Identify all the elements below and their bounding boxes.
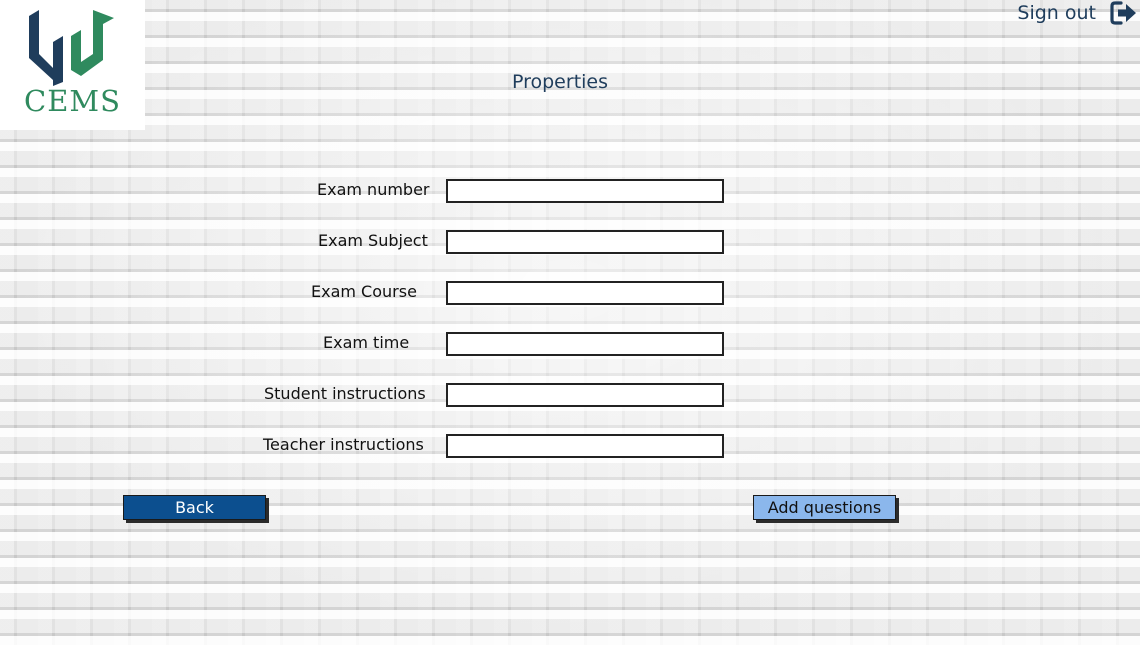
- teacher-instructions-label: Teacher instructions: [263, 435, 424, 454]
- exam-number-label: Exam number: [317, 180, 430, 199]
- form-row-exam-time: Exam time: [0, 332, 1140, 358]
- exam-number-input[interactable]: [446, 179, 724, 203]
- back-button[interactable]: Back: [123, 495, 266, 520]
- exam-course-label: Exam Course: [311, 282, 417, 301]
- sign-out-link[interactable]: Sign out: [1017, 0, 1138, 26]
- form-row-exam-course: Exam Course: [0, 281, 1140, 307]
- form-row-teacher-instructions: Teacher instructions: [0, 434, 1140, 460]
- sign-out-icon[interactable]: [1110, 0, 1138, 26]
- page-title: Properties: [511, 71, 609, 93]
- add-questions-button[interactable]: Add questions: [753, 495, 896, 520]
- sign-out-label: Sign out: [1017, 2, 1096, 24]
- student-instructions-label: Student instructions: [264, 384, 426, 403]
- exam-subject-input[interactable]: [446, 230, 724, 254]
- exam-time-label: Exam time: [323, 333, 410, 352]
- student-instructions-input[interactable]: [446, 383, 724, 407]
- logo: CEMS: [0, 0, 145, 130]
- teacher-instructions-input[interactable]: [446, 434, 724, 458]
- exam-time-input[interactable]: [446, 332, 724, 356]
- form-row-exam-number: Exam number: [0, 179, 1140, 205]
- form-row-exam-subject: Exam Subject: [0, 230, 1140, 256]
- form-row-student-instructions: Student instructions: [0, 383, 1140, 409]
- exam-subject-label: Exam Subject: [318, 231, 428, 250]
- exam-course-input[interactable]: [446, 281, 724, 305]
